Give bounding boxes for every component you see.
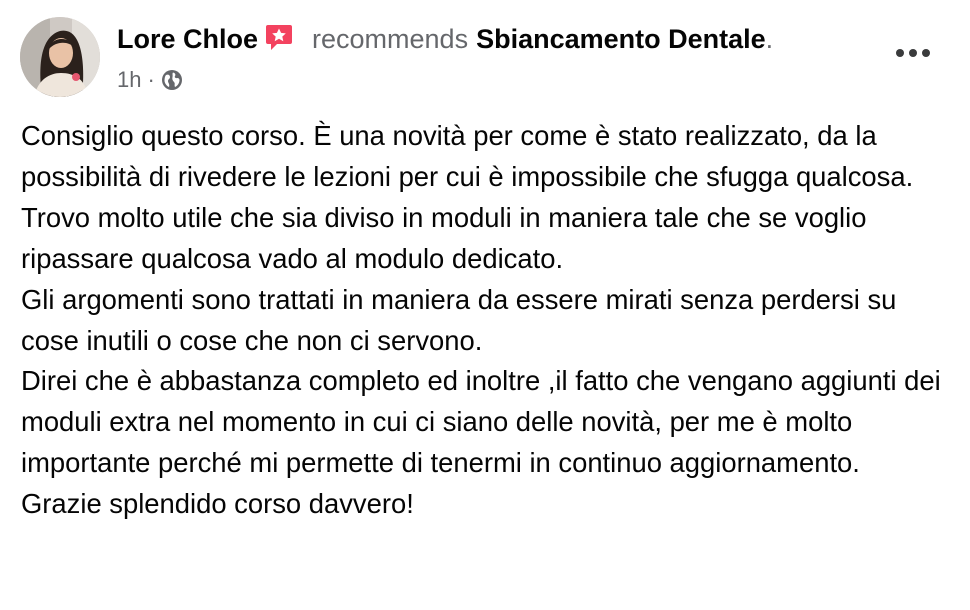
- post-paragraph: Gli argomenti sono trattati in maniera d…: [21, 283, 897, 356]
- recommendation-post: Lore Chloe recommends Sbiancamento Denta…: [0, 0, 970, 610]
- post-paragraph: Grazie splendido corso davvero!: [21, 488, 414, 520]
- post-paragraph: Consiglio questo corso. È una novità per…: [21, 120, 914, 192]
- timestamp[interactable]: 1h: [117, 67, 141, 93]
- post-body: Consiglio questo corso. È una novità per…: [21, 116, 956, 525]
- meta-separator: ·: [147, 67, 155, 92]
- post-paragraph: Direi che è abbastanza completo ed inolt…: [21, 365, 941, 479]
- profile-photo: [20, 17, 100, 97]
- action-text: recommends: [312, 24, 469, 54]
- post-paragraph: Trovo molto utile che sia diviso in modu…: [21, 201, 867, 274]
- post-meta: 1h ·: [117, 64, 183, 96]
- post-header: Lore Chloe recommends Sbiancamento Denta…: [117, 20, 773, 58]
- avatar[interactable]: [20, 17, 100, 97]
- globe-icon[interactable]: [161, 69, 183, 91]
- author-name[interactable]: Lore Chloe: [117, 20, 258, 58]
- page-name[interactable]: Sbiancamento Dentale: [476, 20, 766, 58]
- more-options-button[interactable]: [889, 38, 937, 68]
- more-options-icon: [896, 49, 930, 57]
- recommend-badge-icon: [264, 22, 294, 52]
- header-period: .: [765, 24, 774, 54]
